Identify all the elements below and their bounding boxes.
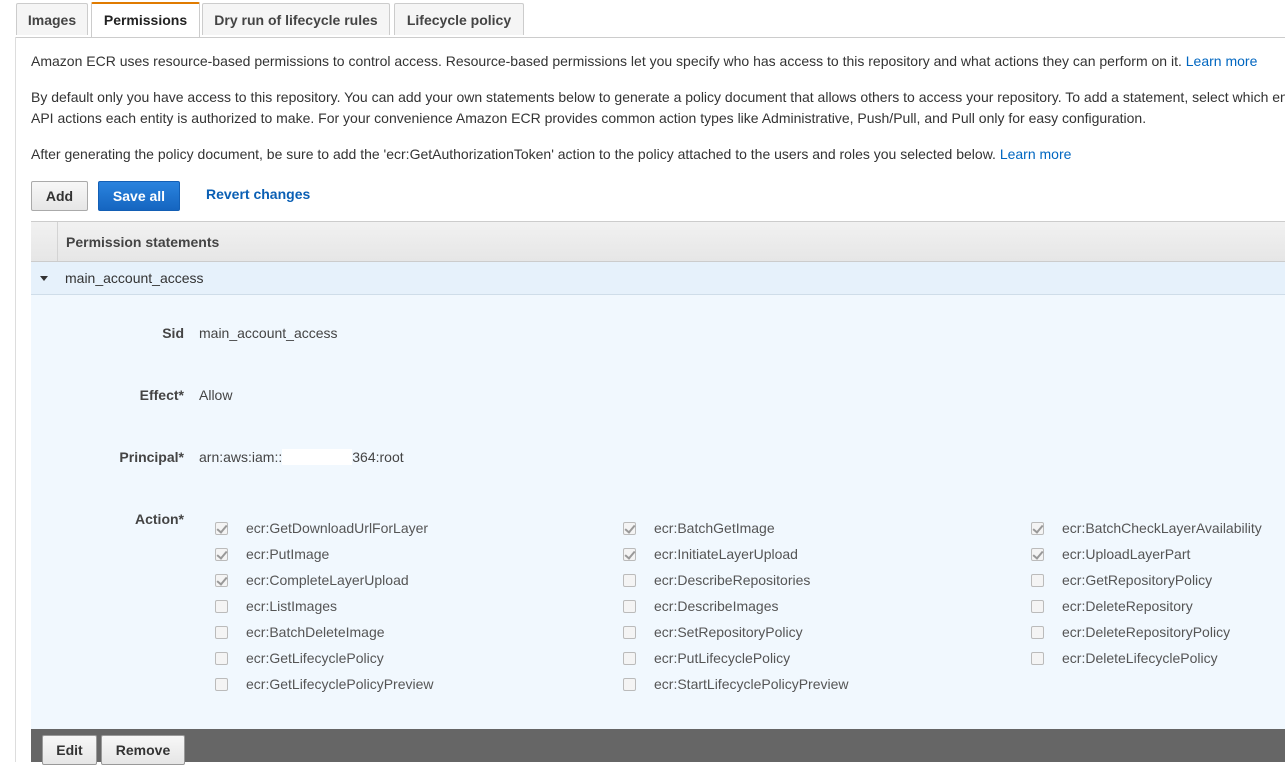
action-label-text: ecr:GetRepositoryPolicy — [1062, 572, 1213, 588]
tab-lifecycle-policy[interactable]: Lifecycle policy — [394, 3, 524, 35]
caret-down-icon[interactable] — [40, 276, 48, 281]
action-checkbox[interactable] — [623, 678, 636, 691]
intro-paragraph-1-text: Amazon ECR uses resource-based permissio… — [31, 53, 1182, 69]
statement-row[interactable]: main_account_access — [31, 262, 1285, 295]
action-checkbox[interactable] — [215, 626, 228, 639]
action-checkbox[interactable] — [623, 522, 636, 535]
action-label-text: ecr:UploadLayerPart — [1062, 546, 1191, 562]
permission-statements-title: Permission statements — [66, 234, 220, 250]
intro-paragraph-2-line-1: By default only you have access to this … — [31, 89, 1285, 105]
action-label-text: ecr:StartLifecyclePolicyPreview — [654, 676, 849, 692]
action-label-text: ecr:DeleteRepositoryPolicy — [1062, 624, 1231, 640]
action-checkbox[interactable] — [215, 678, 228, 691]
action-label-text: ecr:InitiateLayerUpload — [654, 546, 798, 562]
action-label-text: ecr:PutLifecyclePolicy — [654, 650, 791, 666]
action-checkbox[interactable] — [1031, 574, 1044, 587]
effect-label: Effect* — [139, 387, 184, 403]
action-checkbox[interactable] — [215, 522, 228, 535]
principal-label: Principal* — [119, 449, 184, 465]
action-checkbox[interactable] — [215, 548, 228, 561]
principal-prefix: arn:aws:iam:: — [199, 449, 283, 465]
action-label: Action* — [135, 511, 184, 527]
action-checkbox[interactable] — [623, 652, 636, 665]
tab-images[interactable]: Images — [16, 3, 88, 35]
add-button[interactable]: Add — [31, 181, 88, 211]
tab-bar: Images Permissions Dry run of lifecycle … — [16, 0, 1285, 38]
header-gutter — [31, 222, 58, 261]
action-label-text: ecr:DeleteLifecyclePolicy — [1062, 650, 1218, 666]
statement-row-name: main_account_access — [65, 270, 204, 286]
action-label-text: ecr:PutImage — [246, 546, 330, 562]
intro-paragraph-3: After generating the policy document, be… — [31, 144, 1285, 165]
action-label-text: ecr:GetLifecyclePolicyPreview — [246, 676, 434, 692]
learn-more-link-2[interactable]: Learn more — [1000, 146, 1072, 162]
action-checkbox[interactable] — [215, 574, 228, 587]
action-label-text: ecr:SetRepositoryPolicy — [654, 624, 803, 640]
tab-divider — [15, 37, 1285, 38]
action-checkbox[interactable] — [623, 626, 636, 639]
save-all-button[interactable]: Save all — [98, 181, 180, 211]
action-checkbox[interactable] — [623, 548, 636, 561]
learn-more-link-1[interactable]: Learn more — [1186, 53, 1258, 69]
content-border — [15, 37, 16, 762]
action-checkbox[interactable] — [215, 600, 228, 613]
principal-value: arn:aws:iam:: 364:root — [199, 449, 404, 465]
action-checkbox[interactable] — [1031, 626, 1044, 639]
principal-suffix: 364:root — [352, 449, 404, 465]
action-checkbox[interactable] — [623, 600, 636, 613]
action-label-text: ecr:GetDownloadUrlForLayer — [246, 520, 429, 536]
action-checkbox[interactable] — [623, 574, 636, 587]
statement-footer: Edit Remove — [31, 729, 1285, 765]
action-label-text: ecr:CompleteLayerUpload — [246, 572, 409, 588]
effect-value: Allow — [199, 387, 233, 403]
action-label-text: ecr:DescribeRepositories — [654, 572, 811, 588]
intro-paragraph-3-text: After generating the policy document, be… — [31, 146, 996, 162]
permission-statements-header: Permission statements — [31, 221, 1285, 262]
action-checkbox[interactable] — [215, 652, 228, 665]
action-checkbox[interactable] — [1031, 652, 1044, 665]
action-checkbox[interactable] — [1031, 522, 1044, 535]
tab-dry-run-lifecycle-rules[interactable]: Dry run of lifecycle rules — [202, 3, 390, 35]
action-label-text: ecr:BatchDeleteImage — [246, 624, 385, 640]
action-label-text: ecr:GetLifecyclePolicy — [246, 650, 384, 666]
remove-button[interactable]: Remove — [101, 735, 185, 765]
sid-value: main_account_access — [199, 325, 338, 341]
action-label-text: ecr:DescribeImages — [654, 598, 779, 614]
action-label-text: ecr:BatchCheckLayerAvailability — [1062, 520, 1262, 536]
redacted-account-id — [282, 449, 353, 465]
edit-button[interactable]: Edit — [42, 735, 97, 765]
action-label-text: ecr:DeleteRepository — [1062, 598, 1193, 614]
intro-paragraph-2-line-2: API actions each entity is authorized to… — [31, 110, 1147, 126]
revert-changes-link[interactable]: Revert changes — [206, 186, 310, 202]
action-checkbox[interactable] — [1031, 600, 1044, 613]
action-checkbox[interactable] — [1031, 548, 1044, 561]
intro-paragraph-1: Amazon ECR uses resource-based permissio… — [31, 51, 1285, 72]
sid-label: Sid — [162, 325, 184, 341]
action-label-text: ecr:ListImages — [246, 598, 338, 614]
tab-permissions[interactable]: Permissions — [91, 2, 200, 37]
action-label-text: ecr:BatchGetImage — [654, 520, 775, 536]
